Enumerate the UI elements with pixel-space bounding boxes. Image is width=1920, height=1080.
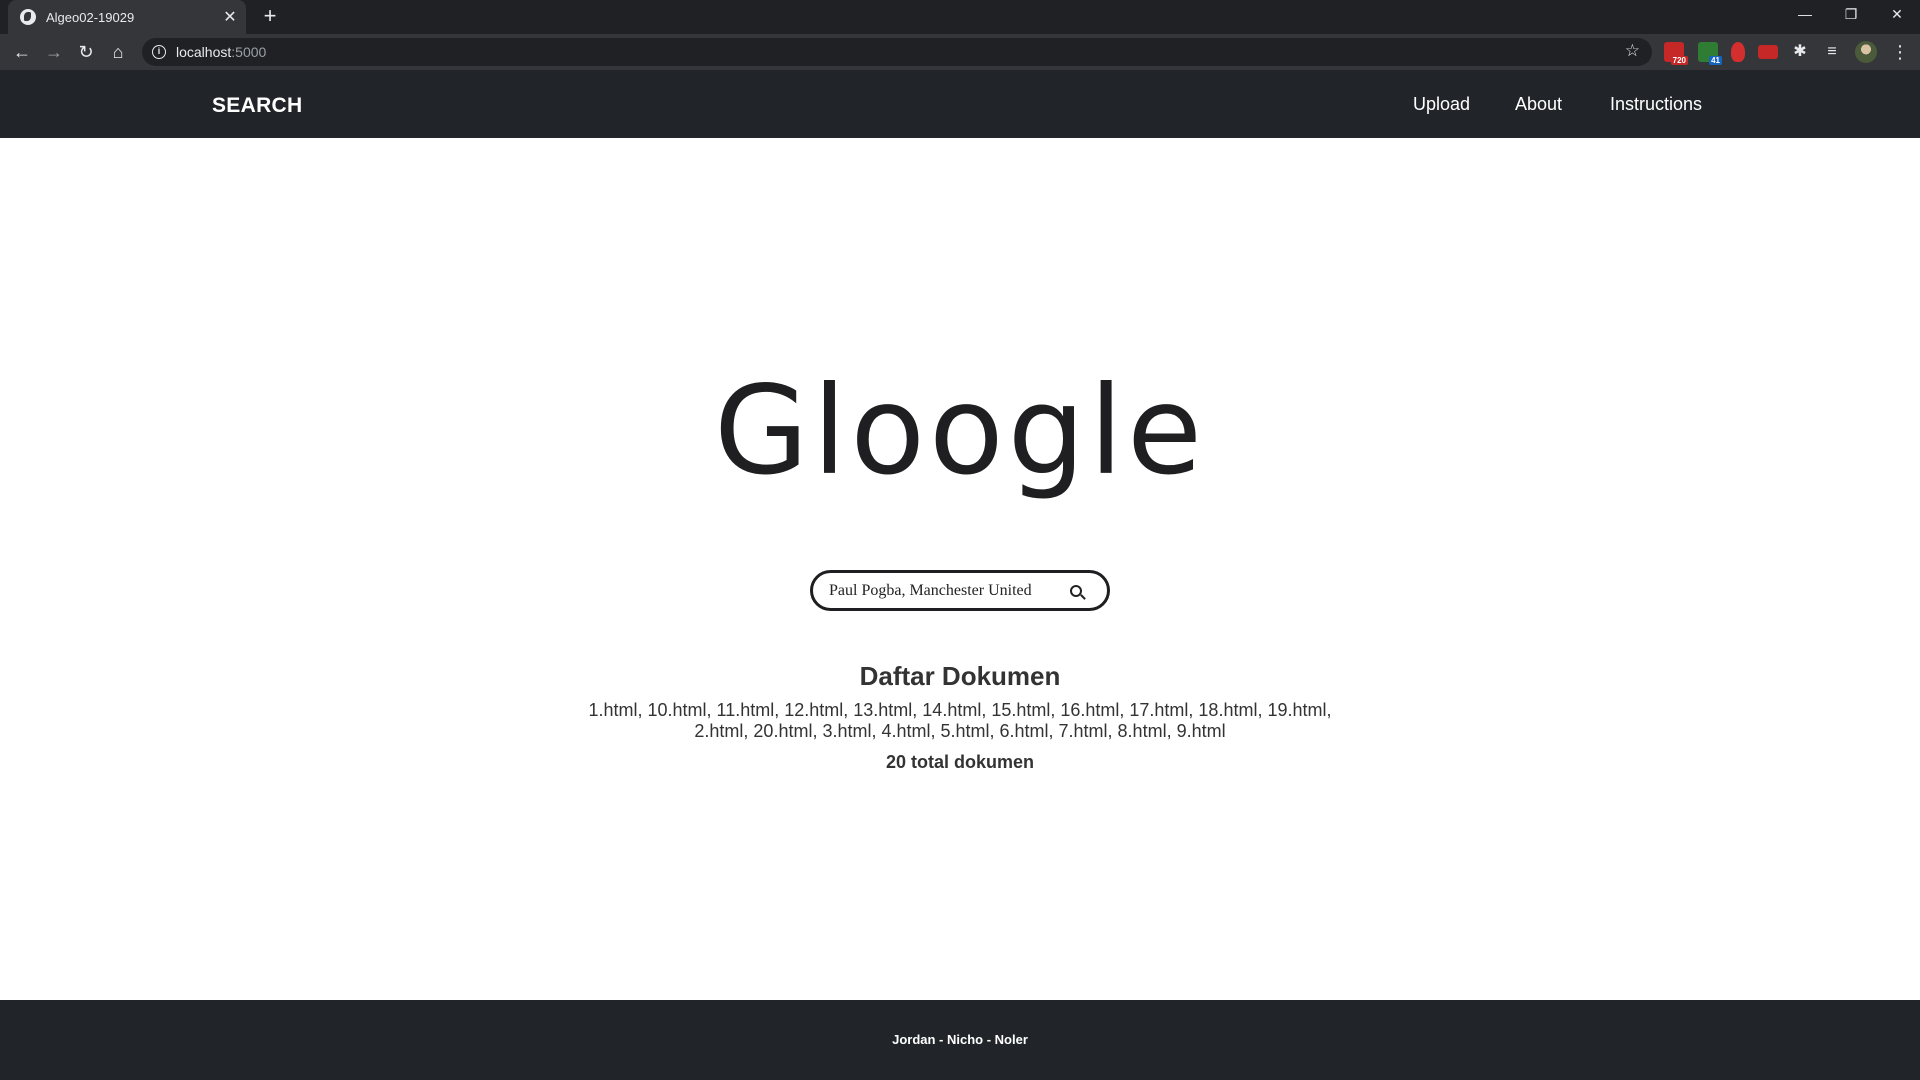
site-navbar: SEARCH Upload About Instructions: [0, 70, 1920, 138]
documents-total: 20 total dokumen: [885, 752, 1035, 772]
browser-tabbar: Algeo02-19029 ✕ + — ❐ ✕: [0, 0, 1920, 34]
bookmark-star-icon[interactable]: ☆: [1625, 41, 1640, 61]
browser-toolbar: ← → ↻ ⌂ i localhost:5000 ☆ 720 41 ✱ ≡: [0, 34, 1920, 70]
home-icon[interactable]: ⌂: [104, 38, 132, 66]
footer-credits: Jordan - Nicho - Noler: [892, 1032, 1028, 1047]
tab-title: Algeo02-19029: [46, 9, 135, 25]
url-port: :5000: [231, 44, 267, 60]
address-bar[interactable]: i localhost:5000 ☆: [142, 38, 1652, 66]
back-arrow-icon[interactable]: ←: [8, 38, 36, 66]
documents-heading: Daftar Dokumen: [859, 661, 1061, 691]
browser-tab[interactable]: Algeo02-19029 ✕: [8, 0, 246, 34]
extensions-puzzle-icon[interactable]: ✱: [1786, 38, 1814, 66]
documents-list: 1.html, 10.html, 11.html, 12.html, 13.ht…: [580, 700, 1340, 742]
documents-list-line: 2.html, 20.html, 3.html, 4.html, 5.html,…: [694, 721, 1226, 741]
extension-badge: 720: [1670, 56, 1688, 65]
site-info-icon[interactable]: i: [152, 45, 166, 59]
profile-avatar[interactable]: [1855, 41, 1877, 63]
url-host: localhost: [176, 44, 232, 60]
close-tab-icon[interactable]: ✕: [220, 7, 240, 27]
reading-list-icon[interactable]: ≡: [1818, 38, 1846, 66]
documents-list-line: 1.html, 10.html, 11.html, 12.html, 13.ht…: [588, 700, 1332, 720]
close-window-button[interactable]: ✕: [1874, 0, 1920, 30]
more-menu-icon[interactable]: ⋮: [1890, 38, 1910, 66]
minimize-button[interactable]: —: [1782, 0, 1828, 30]
site-footer: Jordan - Nicho - Noler: [0, 1000, 1920, 1080]
search-input[interactable]: [829, 581, 1061, 600]
reload-icon[interactable]: ↻: [72, 38, 100, 66]
window-controls: — ❐ ✕: [1782, 0, 1920, 34]
search-form: [810, 570, 1110, 611]
new-tab-button[interactable]: +: [256, 4, 284, 30]
extension-720-icon[interactable]: 720: [1664, 42, 1688, 65]
globe-icon: [20, 9, 36, 25]
extension-41-icon[interactable]: 41: [1698, 42, 1722, 65]
nav-link-instructions[interactable]: Instructions: [1610, 94, 1702, 115]
forward-arrow-icon[interactable]: →: [40, 38, 68, 66]
site-logo: Gloogle: [713, 360, 1207, 502]
search-button[interactable]: [1061, 576, 1091, 606]
extension-hand-icon[interactable]: [1731, 42, 1745, 62]
search-icon: [1070, 584, 1082, 597]
extension-badge: 41: [1709, 56, 1722, 65]
extension-dots-icon[interactable]: [1758, 45, 1778, 59]
nav-link-upload[interactable]: Upload: [1413, 94, 1470, 115]
restore-button[interactable]: ❐: [1828, 0, 1874, 30]
brand-link[interactable]: SEARCH: [212, 94, 302, 118]
nav-link-about[interactable]: About: [1515, 94, 1562, 115]
